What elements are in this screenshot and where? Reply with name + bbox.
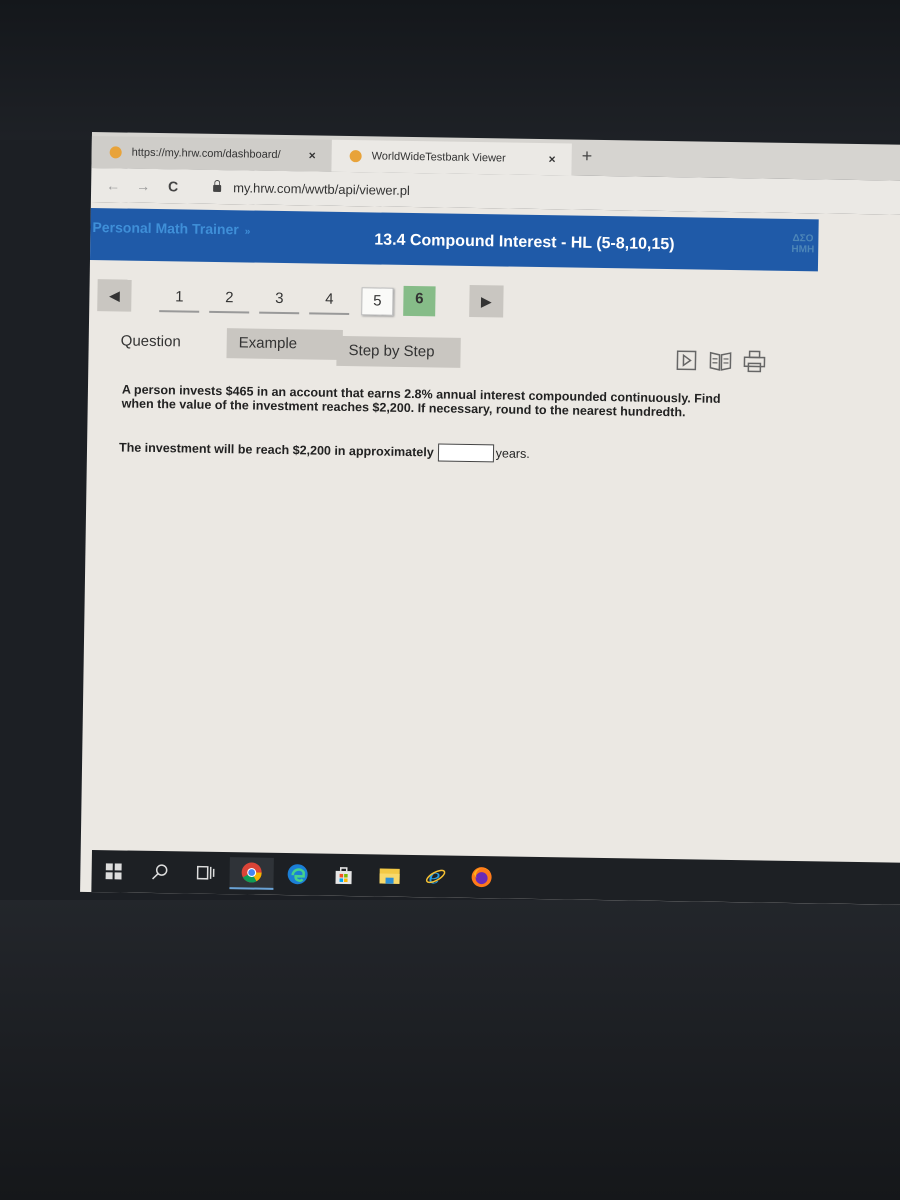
- chrome-icon[interactable]: [229, 857, 274, 890]
- file-explorer-icon[interactable]: [367, 859, 411, 892]
- svg-text:e: e: [428, 865, 440, 887]
- search-icon[interactable]: [137, 856, 181, 889]
- lock-icon: [213, 184, 222, 192]
- answer-line: The investment will be reach $2,200 in a…: [118, 438, 530, 463]
- question-6-button[interactable]: 6: [403, 285, 436, 317]
- reload-icon[interactable]: C: [165, 178, 181, 194]
- question-2-button[interactable]: 2: [209, 284, 250, 314]
- tab-title: https://my.hrw.com/dashboard/: [131, 146, 281, 161]
- tool-icons: [674, 349, 766, 373]
- internet-explorer-icon[interactable]: e: [413, 860, 457, 893]
- task-view-icon[interactable]: [183, 856, 227, 889]
- tab-step-by-step[interactable]: Step by Step: [336, 335, 461, 368]
- tab-example[interactable]: Example: [226, 328, 343, 360]
- store-icon[interactable]: [321, 859, 365, 892]
- windows-start-icon[interactable]: [91, 855, 135, 888]
- favicon-icon: [109, 146, 122, 159]
- browser-tab-dashboard[interactable]: https://my.hrw.com/dashboard/ ×: [91, 135, 332, 172]
- forward-icon[interactable]: →: [135, 178, 151, 194]
- favicon-icon: [349, 150, 362, 163]
- previous-question-button[interactable]: ◀: [97, 279, 132, 312]
- brand-label: Personal Math Trainer: [92, 219, 239, 238]
- header-banner: Personal Math Trainer » 13.4 Compound Int…: [89, 207, 819, 272]
- question-text: A person invests $465 in an account that…: [121, 382, 721, 420]
- close-icon[interactable]: ×: [309, 148, 316, 162]
- assignment-title: 13.4 Compound Interest - HL (5-8,10,15): [374, 231, 675, 254]
- question-1-button[interactable]: 1: [159, 284, 200, 313]
- brand-link[interactable]: Personal Math Trainer »: [92, 219, 250, 237]
- logo-text: HMH: [791, 244, 815, 256]
- question-pager: ◀ 1 2 3 4 5 6 ▶: [97, 279, 818, 330]
- answer-suffix: years.: [495, 446, 530, 461]
- book-icon[interactable]: [708, 350, 732, 372]
- answer-input[interactable]: [437, 443, 494, 463]
- edge-icon[interactable]: [275, 858, 319, 891]
- video-icon[interactable]: [674, 349, 698, 371]
- next-question-button[interactable]: ▶: [469, 284, 504, 318]
- browser-tab-viewer[interactable]: WorldWideTestbank Viewer ×: [331, 139, 572, 176]
- firefox-icon[interactable]: [459, 861, 503, 894]
- tab-title: WorldWideTestbank Viewer: [371, 150, 506, 165]
- print-icon[interactable]: [742, 350, 766, 373]
- tab-question[interactable]: Question: [108, 326, 193, 357]
- question-5-button[interactable]: 5: [361, 287, 394, 316]
- question-3-button[interactable]: 3: [259, 285, 300, 315]
- hmh-logo: ΔΣΟ HMH: [791, 233, 814, 255]
- chevron-right-icon: »: [244, 226, 251, 238]
- page-content: Personal Math Trainer » 13.4 Compound Int…: [80, 201, 900, 905]
- question-4-button[interactable]: 4: [309, 286, 350, 316]
- logo-symbol: ΔΣΟ: [792, 233, 814, 245]
- desk-background-bottom: [0, 900, 900, 1200]
- desk-background-top: [0, 0, 900, 140]
- new-tab-button[interactable]: +: [582, 146, 593, 167]
- close-icon[interactable]: ×: [549, 152, 556, 166]
- answer-prefix: The investment will be reach $2,200 in a…: [118, 440, 434, 460]
- monitor-screen: https://my.hrw.com/dashboard/ × WorldWid…: [80, 132, 900, 905]
- back-icon[interactable]: ←: [105, 177, 121, 193]
- address-bar[interactable]: my.hrw.com/wwtb/api/viewer.pl: [233, 180, 410, 198]
